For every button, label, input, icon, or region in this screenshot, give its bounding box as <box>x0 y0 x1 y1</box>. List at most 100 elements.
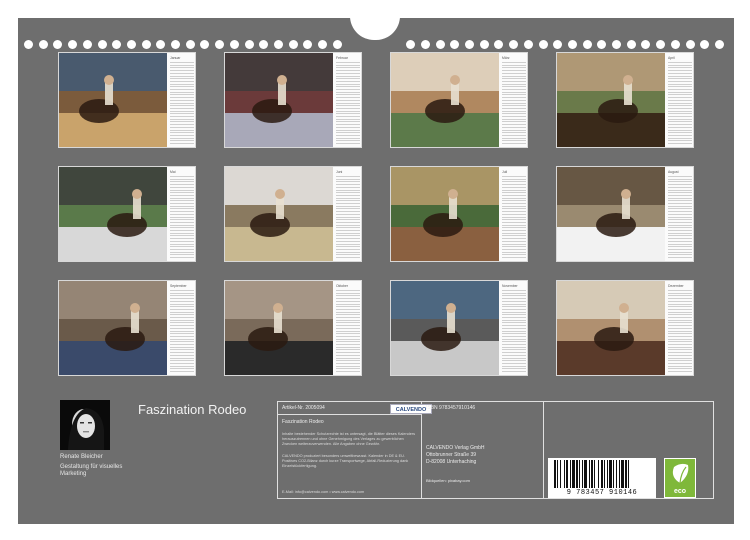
binding-hole <box>612 40 621 49</box>
binding-hole <box>332 40 342 49</box>
rodeo-photo <box>557 167 665 261</box>
day-row <box>336 91 360 93</box>
day-row <box>170 102 194 104</box>
day-row <box>170 83 194 85</box>
day-row <box>502 143 526 144</box>
day-row <box>502 132 526 134</box>
day-row <box>502 341 526 343</box>
info-divider <box>421 402 422 498</box>
day-row <box>336 99 360 101</box>
day-row <box>336 208 360 210</box>
day-row <box>668 118 692 120</box>
day-row <box>502 335 526 337</box>
day-row <box>502 346 526 348</box>
calendarium: Juli <box>499 167 527 261</box>
day-row <box>170 292 194 294</box>
day-row <box>336 338 360 340</box>
day-row <box>336 134 360 136</box>
day-row <box>668 306 692 308</box>
day-row <box>170 78 194 80</box>
day-row <box>170 62 194 63</box>
day-row <box>336 124 360 126</box>
day-row <box>668 349 692 351</box>
binding-hole <box>53 40 63 49</box>
day-row <box>336 75 360 77</box>
calendarium: November <box>499 281 527 375</box>
day-row <box>170 232 194 234</box>
day-row <box>668 105 692 107</box>
day-row <box>336 200 360 202</box>
day-row <box>668 143 692 144</box>
day-row <box>668 219 692 221</box>
day-row <box>336 186 360 188</box>
month-label: September <box>170 284 187 288</box>
day-row <box>502 333 526 335</box>
author-role: Gestaltung für visuelles Marketing <box>60 464 123 477</box>
day-row <box>502 319 526 321</box>
day-row <box>336 189 360 191</box>
day-row <box>668 181 692 183</box>
day-row <box>170 360 194 362</box>
day-row <box>502 189 526 191</box>
day-row <box>336 118 360 120</box>
day-row <box>170 105 194 107</box>
day-row <box>502 254 526 256</box>
month-page: August <box>556 166 694 262</box>
binding-hole <box>68 40 78 49</box>
day-row <box>170 238 194 240</box>
day-row <box>668 322 692 324</box>
month-label: November <box>502 284 518 288</box>
day-row <box>502 113 526 115</box>
day-row <box>668 124 692 126</box>
day-row <box>170 246 194 248</box>
day-row <box>336 290 360 291</box>
binding-hole <box>24 40 33 49</box>
day-row <box>668 213 692 215</box>
day-row <box>502 176 526 177</box>
month-label: Juli <box>502 170 508 174</box>
day-row <box>170 124 194 126</box>
day-row <box>668 67 692 69</box>
day-row <box>170 70 194 72</box>
day-row <box>668 325 692 327</box>
day-row <box>170 314 194 316</box>
day-row <box>502 194 526 196</box>
day-row <box>170 94 194 96</box>
day-row <box>502 219 526 221</box>
day-row <box>336 116 360 117</box>
day-row <box>668 235 692 237</box>
month-page: Februar <box>224 52 362 148</box>
day-row <box>668 137 692 139</box>
day-row <box>170 67 194 69</box>
day-row <box>668 300 692 302</box>
day-row <box>170 327 194 329</box>
day-row <box>502 365 526 367</box>
day-row <box>336 181 360 183</box>
calendarium: Juni <box>333 167 361 261</box>
day-row <box>668 346 692 348</box>
binding-hole <box>171 40 180 49</box>
day-row <box>668 221 692 223</box>
day-row <box>502 303 526 305</box>
binding-hole <box>288 40 298 49</box>
day-row <box>502 78 526 80</box>
day-row <box>336 219 360 221</box>
day-row <box>336 360 360 362</box>
day-row <box>502 232 526 234</box>
day-row <box>170 368 194 370</box>
day-row <box>336 308 360 310</box>
product-title: Faszination Rodeo <box>282 419 324 425</box>
day-row <box>502 140 526 142</box>
day-row <box>502 126 526 128</box>
day-row <box>668 254 692 256</box>
day-row <box>170 184 194 186</box>
day-row <box>668 97 692 99</box>
day-row <box>170 335 194 337</box>
day-row <box>170 121 194 123</box>
day-row <box>336 235 360 237</box>
day-row <box>502 181 526 183</box>
day-row <box>502 221 526 223</box>
day-row <box>502 327 526 329</box>
rodeo-photo <box>391 281 499 375</box>
month-page: Januar <box>58 52 196 148</box>
